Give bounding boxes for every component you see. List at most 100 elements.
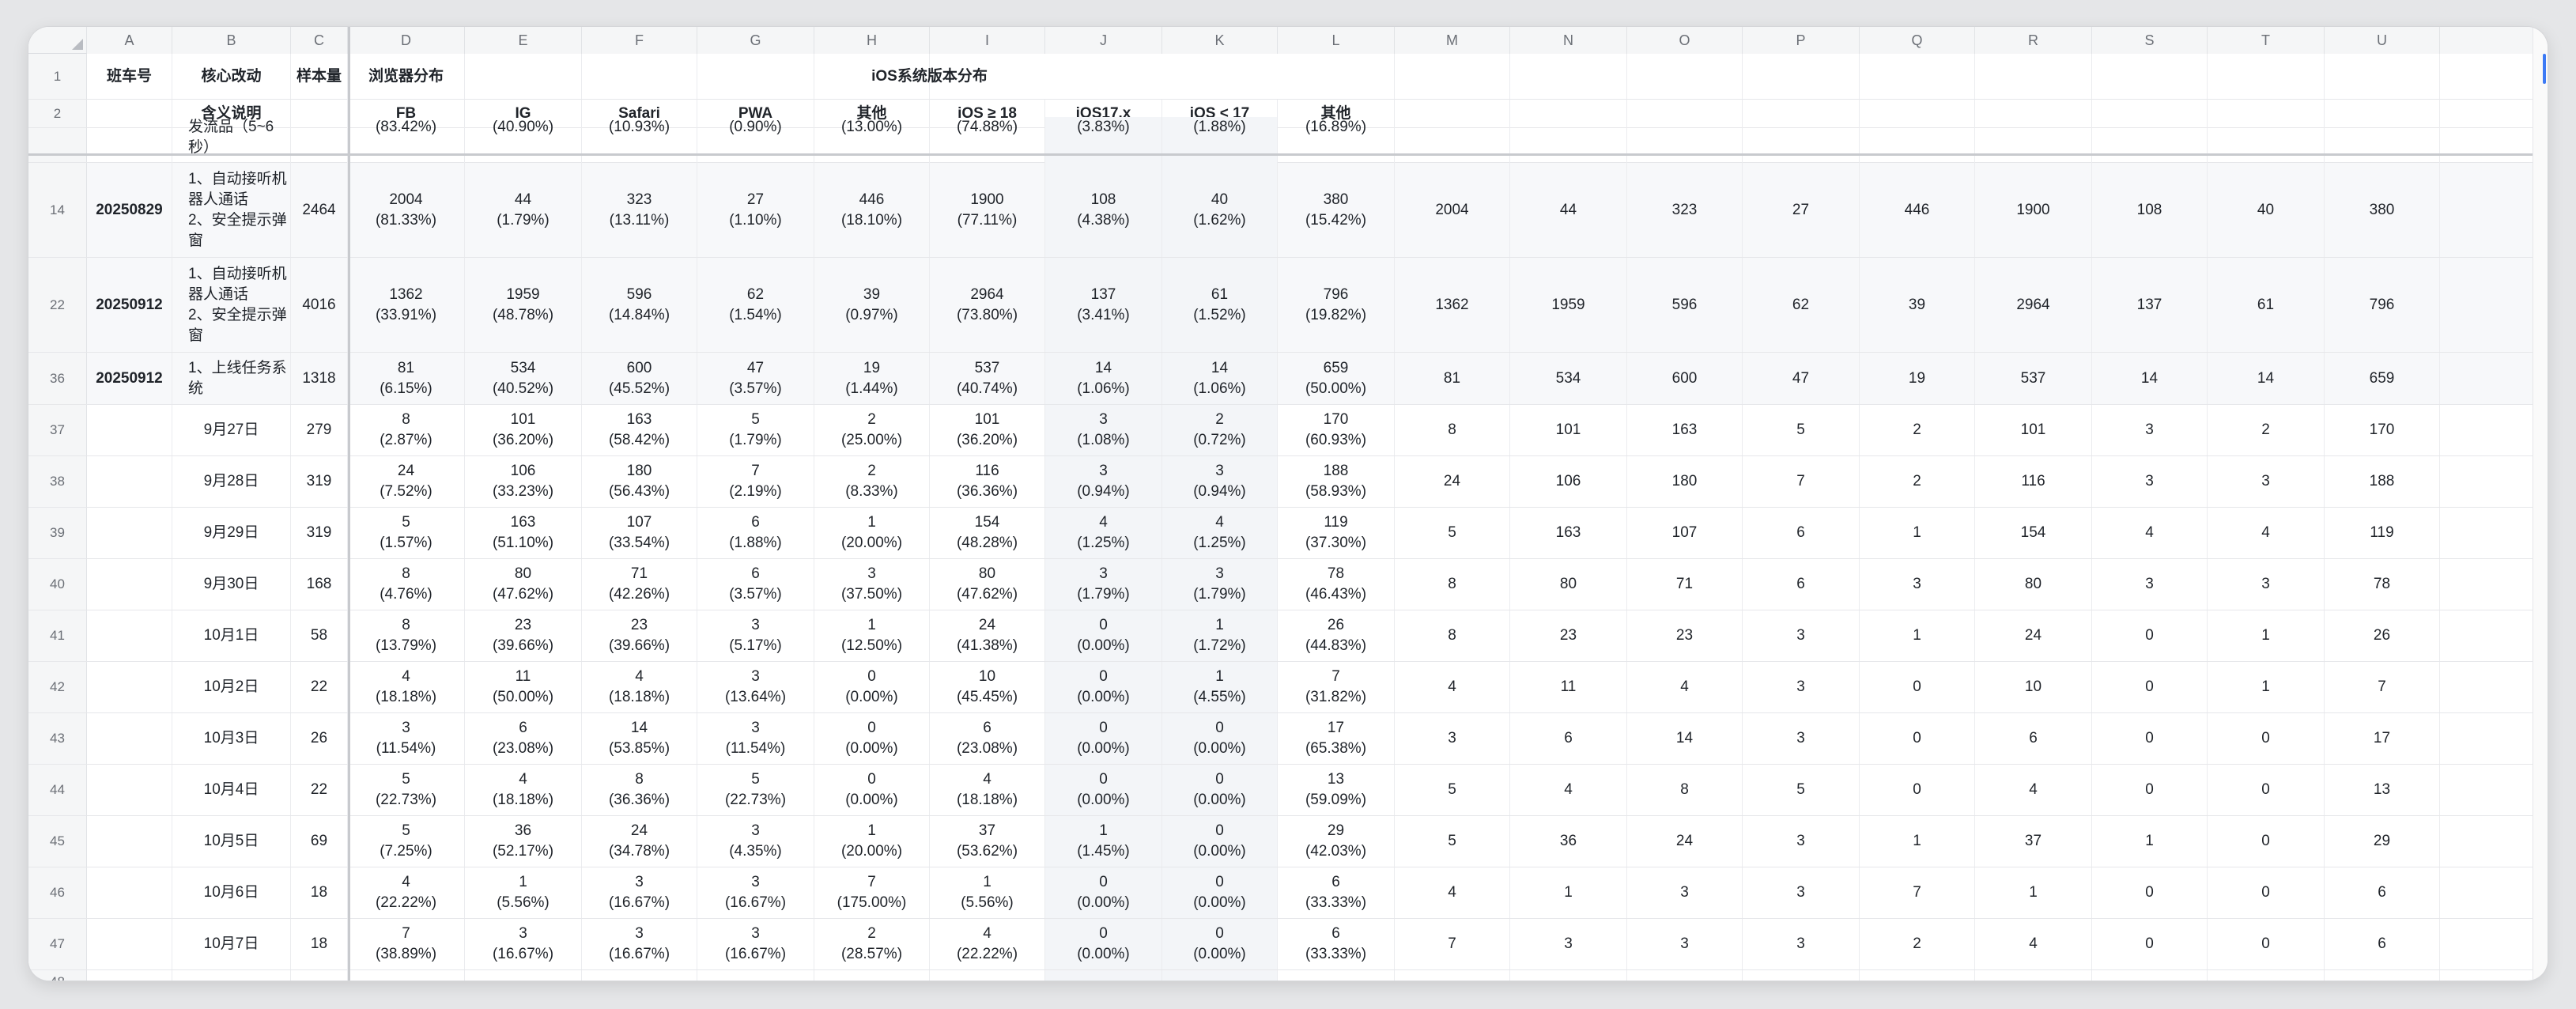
- column-header-o[interactable]: O: [1627, 27, 1743, 54]
- cell-j[interactable]: 0 (0.00%): [1045, 610, 1162, 661]
- cell-b[interactable]: 10月5日: [172, 816, 291, 867]
- cell-k[interactable]: 0 (0.00%): [1162, 919, 1278, 969]
- cell-o[interactable]: 24: [1627, 816, 1743, 867]
- cell-a[interactable]: [87, 405, 172, 455]
- cell-r[interactable]: 6: [1975, 713, 2092, 764]
- cell-h[interactable]: 2 (8.33%): [814, 456, 930, 507]
- cell-m[interactable]: 8: [1395, 610, 1510, 661]
- cell-b[interactable]: 10月1日: [172, 610, 291, 661]
- cell-f[interactable]: 107 (33.54%): [582, 508, 697, 558]
- cell-r[interactable]: 80: [1975, 559, 2092, 610]
- cell-r[interactable]: 1900: [1975, 163, 2092, 257]
- cell-e[interactable]: 23 (39.66%): [465, 610, 582, 661]
- cell-a[interactable]: [87, 970, 172, 981]
- cell-k[interactable]: 3 (0.94%): [1162, 456, 1278, 507]
- cell-d[interactable]: 8 (2.87%): [348, 405, 465, 455]
- cell-h[interactable]: 3 (37.50%): [814, 559, 930, 610]
- cell-j[interactable]: 3 (0.94%): [1045, 456, 1162, 507]
- cell-s[interactable]: 3: [2092, 559, 2208, 610]
- row-number[interactable]: 41: [28, 610, 87, 661]
- cell-h[interactable]: 0 (0.00%): [814, 662, 930, 712]
- column-header-n[interactable]: N: [1510, 27, 1627, 54]
- cell-m[interactable]: 8: [1395, 405, 1510, 455]
- cell-g[interactable]: [697, 970, 814, 981]
- cell-t[interactable]: 3: [2208, 456, 2325, 507]
- cell-m[interactable]: 3: [1395, 713, 1510, 764]
- cell-m[interactable]: 8: [1395, 559, 1510, 610]
- cell-t[interactable]: 3: [2208, 559, 2325, 610]
- cell-g[interactable]: (0.90%): [697, 117, 814, 163]
- column-header-u[interactable]: U: [2325, 27, 2440, 54]
- cell-t[interactable]: 4: [2208, 508, 2325, 558]
- cell-o[interactable]: 163: [1627, 405, 1743, 455]
- cell-h[interactable]: 2 (28.57%): [814, 919, 930, 969]
- cell-f[interactable]: 24 (34.78%): [582, 816, 697, 867]
- cell-e[interactable]: 1959 (48.78%): [465, 258, 582, 352]
- cell-u[interactable]: [2325, 54, 2440, 99]
- cell-i[interactable]: 37 (53.62%): [930, 816, 1045, 867]
- cell-f[interactable]: 71 (42.26%): [582, 559, 697, 610]
- cell-g[interactable]: 6 (1.88%): [697, 508, 814, 558]
- cell-g[interactable]: 47 (3.57%): [697, 353, 814, 404]
- cell-l[interactable]: 119 (37.30%): [1278, 508, 1395, 558]
- cell-d[interactable]: 7 (38.89%): [348, 919, 465, 969]
- cell-c[interactable]: 319: [291, 508, 348, 558]
- column-header-r[interactable]: R: [1975, 27, 2092, 54]
- cell-g[interactable]: 3 (13.64%): [697, 662, 814, 712]
- cell-a[interactable]: [87, 610, 172, 661]
- cell-n[interactable]: 1959: [1510, 258, 1627, 352]
- cell-r[interactable]: 101: [1975, 405, 2092, 455]
- cell-r[interactable]: [1975, 54, 2092, 99]
- cell-f[interactable]: 3 (16.67%): [582, 867, 697, 918]
- cell-b[interactable]: 10月7日: [172, 919, 291, 969]
- cell-o[interactable]: [1627, 54, 1743, 99]
- cell-t[interactable]: 0: [2208, 713, 2325, 764]
- cell-j[interactable]: 0 (0.00%): [1045, 713, 1162, 764]
- cell-b[interactable]: 10月4日: [172, 765, 291, 815]
- cell-n[interactable]: 1: [1510, 867, 1627, 918]
- cell-t[interactable]: 0: [2208, 816, 2325, 867]
- cell-t[interactable]: 1: [2208, 662, 2325, 712]
- cell-e[interactable]: 44 (1.79%): [465, 163, 582, 257]
- cell-d[interactable]: 5 (1.57%): [348, 508, 465, 558]
- cell-b[interactable]: 9月30日: [172, 559, 291, 610]
- cell-f[interactable]: 600 (45.52%): [582, 353, 697, 404]
- cell-u[interactable]: 796: [2325, 258, 2440, 352]
- cell-c[interactable]: 样本量: [291, 54, 348, 99]
- cell-d[interactable]: 8 (4.76%): [348, 559, 465, 610]
- cell-m[interactable]: 4: [1395, 867, 1510, 918]
- cell-g[interactable]: 6 (3.57%): [697, 559, 814, 610]
- cell-i[interactable]: (74.88%): [930, 117, 1045, 163]
- cell-b[interactable]: 1、自动接听机 器人通话 2、安全提示弹 窗: [172, 258, 291, 352]
- cell-a[interactable]: [87, 456, 172, 507]
- cell-h[interactable]: [814, 970, 930, 981]
- cell-u[interactable]: 29: [2325, 816, 2440, 867]
- cell-f[interactable]: 180 (56.43%): [582, 456, 697, 507]
- cell-t[interactable]: 40: [2208, 163, 2325, 257]
- cell-j[interactable]: 3 (1.08%): [1045, 405, 1162, 455]
- cell-q[interactable]: 0: [1860, 662, 1975, 712]
- cell-n[interactable]: 106: [1510, 456, 1627, 507]
- cell-n[interactable]: [1510, 970, 1627, 981]
- cell-a[interactable]: [87, 713, 172, 764]
- cell-a[interactable]: 20250912: [87, 258, 172, 352]
- column-header-j[interactable]: J: [1045, 27, 1162, 54]
- cell-a[interactable]: [87, 117, 172, 163]
- cell-d[interactable]: 8 (13.79%): [348, 610, 465, 661]
- cell-r[interactable]: 154: [1975, 508, 2092, 558]
- cell-r[interactable]: 37: [1975, 816, 2092, 867]
- cell-h[interactable]: (13.00%): [814, 117, 930, 163]
- cell-m[interactable]: 7: [1395, 919, 1510, 969]
- cell-u[interactable]: 170: [2325, 405, 2440, 455]
- row-number[interactable]: 2: [28, 100, 87, 127]
- cell-u[interactable]: [2325, 117, 2440, 163]
- cell-s[interactable]: 3: [2092, 405, 2208, 455]
- cell-u[interactable]: 26: [2325, 610, 2440, 661]
- cell-e[interactable]: (40.90%): [465, 117, 582, 163]
- cell-k[interactable]: 14 (1.06%): [1162, 353, 1278, 404]
- cell-s[interactable]: 4: [2092, 508, 2208, 558]
- cell-l[interactable]: 29 (42.03%): [1278, 816, 1395, 867]
- cell-n[interactable]: 44: [1510, 163, 1627, 257]
- cell-l[interactable]: (16.89%): [1278, 117, 1395, 163]
- row-number[interactable]: 47: [28, 919, 87, 969]
